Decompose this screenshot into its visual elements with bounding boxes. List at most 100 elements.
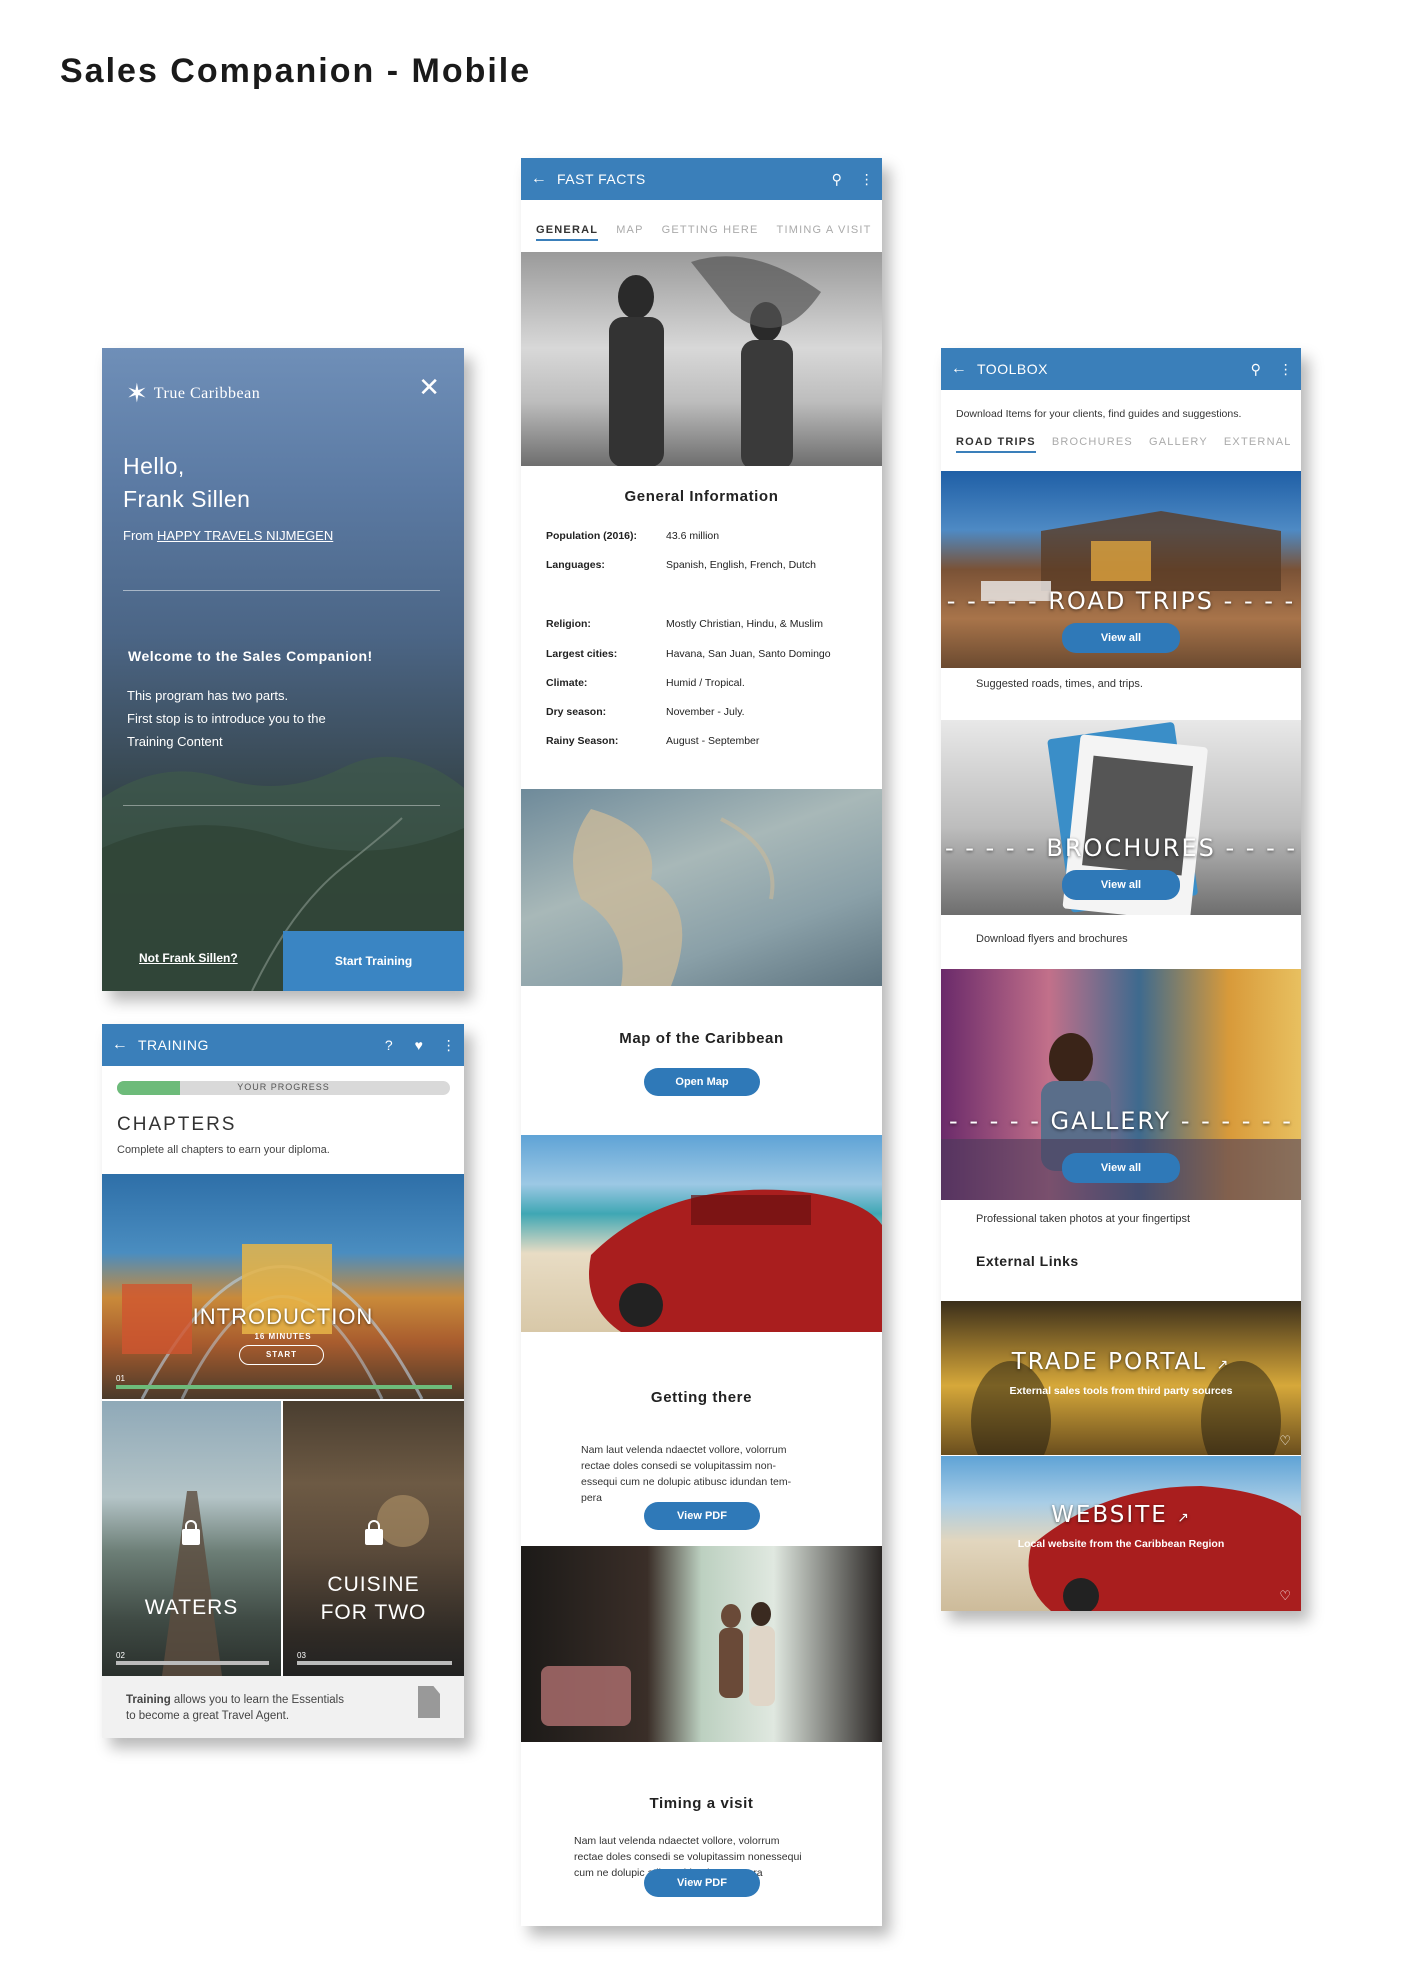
view-all-button[interactable]: View all	[1062, 870, 1180, 900]
tab-gallery[interactable]: GALLERY	[1149, 436, 1208, 453]
back-arrow-icon[interactable]: ←	[941, 360, 977, 378]
tab-road-trips[interactable]: ROAD TRIPS	[956, 436, 1036, 453]
footer-text: to become a great Travel Agent.	[126, 1710, 290, 1722]
trade-portal-banner[interactable]: TRADE PORTAL ↗ External sales tools from…	[941, 1301, 1301, 1455]
banner-title-text: TRADE PORTAL	[1011, 1349, 1208, 1375]
info-value: August - September	[666, 735, 760, 747]
tab-general[interactable]: GENERAL	[536, 224, 599, 241]
lock-icon	[365, 1520, 383, 1545]
favorite-icon[interactable]: ♡	[1279, 1433, 1291, 1449]
banner-subtitle: Local website from the Caribbean Region	[1017, 1538, 1225, 1550]
banner-title-text: GALLERY	[1050, 1107, 1172, 1135]
brochures-caption: Download flyers and brochures	[976, 933, 1128, 945]
greeting-user-name: Frank Sillen	[123, 486, 251, 512]
chapter-card-waters[interactable]: WATERS 02	[102, 1401, 281, 1676]
app-bar-title: TRAINING	[138, 1037, 209, 1053]
toolbox-app-bar: ← TOOLBOX ⚲ ⋮	[941, 348, 1301, 390]
chapters-title: CHAPTERS	[117, 1114, 237, 1135]
close-icon[interactable]: ✕	[418, 372, 440, 403]
tab-external[interactable]: EXTERNAL	[1224, 436, 1292, 453]
chapter-number: 01	[116, 1374, 125, 1383]
banner-title: WEBSITE ↗	[941, 1502, 1301, 1528]
footer-text: allows you to learn the Essentials	[170, 1694, 344, 1706]
greeting-line-1: Hello,	[123, 453, 185, 479]
more-vert-icon[interactable]: ⋮	[852, 171, 882, 188]
info-value: Spanish, English, French, Dutch	[666, 559, 816, 571]
start-training-button[interactable]: Start Training	[283, 931, 464, 991]
view-pdf-button[interactable]: View PDF	[644, 1502, 760, 1530]
welcome-title: Welcome to the Sales Companion!	[128, 648, 373, 664]
divider	[123, 590, 440, 591]
more-vert-icon[interactable]: ⋮	[434, 1037, 464, 1054]
lock-icon	[182, 1520, 200, 1545]
chapter-progress-track	[116, 1385, 452, 1389]
star-icon: ✶	[126, 378, 148, 408]
welcome-text: This program has two parts. First stop i…	[127, 684, 326, 753]
chapter-progress-track	[297, 1661, 452, 1665]
back-arrow-icon[interactable]: ←	[102, 1036, 138, 1054]
tab-brochures[interactable]: BROCHURES	[1052, 436, 1133, 453]
back-arrow-icon[interactable]: ←	[521, 170, 557, 188]
view-pdf-button[interactable]: View PDF	[644, 1869, 760, 1897]
not-user-link[interactable]: Not Frank Sillen?	[139, 951, 238, 965]
chapter-minutes: 16 MINUTES	[254, 1332, 312, 1341]
tab-map[interactable]: MAP	[616, 224, 643, 241]
villa-photo	[521, 1546, 882, 1742]
greeting: Hello, Frank Sillen	[123, 450, 250, 516]
info-row: Largest cities: Havana, San Juan, Santo D…	[546, 648, 831, 660]
red-car-illustration	[589, 1189, 882, 1332]
brochures-banner[interactable]: - - - - - BROCHURES - - - - - - View all	[941, 720, 1301, 915]
external-link-icon: ↗	[1216, 1357, 1231, 1373]
text-line: rectae doles consedi se volupitassim non…	[574, 1851, 802, 1863]
chapters-subtitle: Complete all chapters to earn your diplo…	[117, 1144, 330, 1156]
footer-bold: Training	[126, 1694, 171, 1706]
chapter-card-introduction[interactable]: INTRODUCTION 16 MINUTES START 01	[102, 1174, 464, 1399]
progress-label: YOUR PROGRESS	[237, 1082, 330, 1092]
search-icon[interactable]: ⚲	[822, 171, 852, 188]
text-line: essequi cum ne dolupic atibusc idundan t…	[581, 1476, 792, 1488]
info-label: Population (2016):	[546, 530, 638, 542]
heart-icon[interactable]: ♥	[404, 1037, 434, 1053]
car-beach-photo	[521, 1135, 882, 1332]
agency-link[interactable]: HAPPY TRAVELS NIJMEGEN	[157, 528, 333, 543]
help-icon[interactable]: ?	[374, 1037, 404, 1053]
info-value: 43.6 million	[666, 530, 720, 542]
gallery-banner[interactable]: - - - - - GALLERY - - - - - - View all	[941, 969, 1301, 1200]
from-label: From	[123, 528, 154, 543]
banner-title-text: ROAD TRIPS	[1048, 587, 1215, 615]
banner-title-text: WEBSITE	[1051, 1502, 1168, 1528]
banner-subtitle: External sales tools from third party so…	[1009, 1385, 1233, 1397]
map-title: Map of the Caribbean	[619, 1030, 784, 1047]
toolbox-tabs: ROAD TRIPS BROCHURES GALLERY EXTERNAL	[956, 436, 1292, 453]
view-all-button[interactable]: View all	[1062, 623, 1180, 653]
chapter-number: 03	[297, 1651, 306, 1660]
chapter-start-button[interactable]: START	[239, 1345, 324, 1365]
chapter-card-cuisine[interactable]: CUISINE FOR TWO 03	[283, 1401, 464, 1676]
arch-illustration	[122, 1244, 424, 1399]
open-map-button[interactable]: Open Map	[644, 1068, 760, 1096]
tab-getting-here[interactable]: GETTING HERE	[662, 224, 759, 241]
toolbox-screen: ← TOOLBOX ⚲ ⋮ Download Items for your cl…	[941, 348, 1301, 1611]
more-vert-icon[interactable]: ⋮	[1271, 361, 1301, 378]
website-banner[interactable]: WEBSITE ↗ Local website from the Caribbe…	[941, 1456, 1301, 1611]
general-info-title: General Information	[624, 488, 779, 505]
favorite-icon[interactable]: ♡	[1279, 1588, 1291, 1604]
banner-title: TRADE PORTAL ↗	[941, 1349, 1301, 1375]
welcome-text-line: First stop is to introduce you to the	[127, 711, 326, 726]
info-row: Rainy Season: August - September	[546, 735, 759, 747]
escalator-illustration	[971, 1361, 1281, 1455]
info-row: Population (2016): 43.6 million	[546, 530, 719, 542]
info-value: Havana, San Juan, Santo Domingo	[666, 648, 831, 660]
chapter-title: CUISINE FOR TWO	[283, 1571, 464, 1627]
search-icon[interactable]: ⚲	[1241, 361, 1271, 378]
text-line: Nam laut velenda ndaectet vollore, volor…	[574, 1835, 780, 1847]
road-trips-caption: Suggested roads, times, and trips.	[976, 678, 1143, 690]
fastfacts-tabs: GENERAL MAP GETTING HERE TIMING A VISIT	[536, 224, 872, 241]
road-trips-banner[interactable]: - - - - - ROAD TRIPS - - - - - - View al…	[941, 471, 1301, 668]
view-all-button[interactable]: View all	[1062, 1153, 1180, 1183]
map-photo	[521, 789, 882, 986]
tab-timing-a-visit[interactable]: TIMING A VISIT	[777, 224, 872, 241]
info-label: Dry season:	[546, 706, 607, 718]
people-silhouettes	[609, 256, 821, 466]
timing-title: Timing a visit	[649, 1795, 754, 1812]
